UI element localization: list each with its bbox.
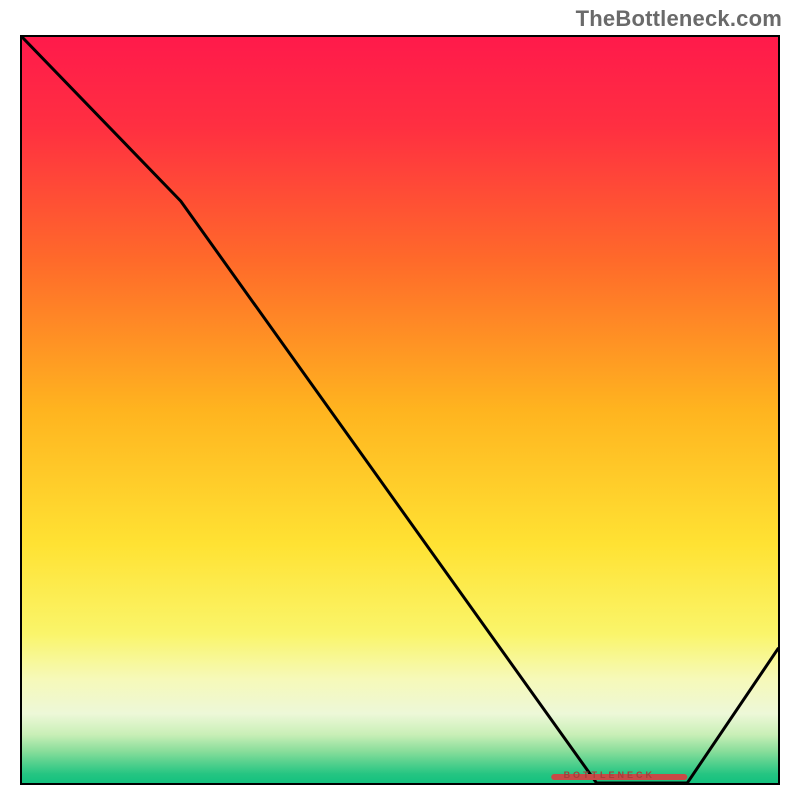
chart-area: BOTTLENECK	[20, 35, 780, 785]
chart-svg	[22, 37, 778, 783]
watermark-text: TheBottleneck.com	[576, 6, 782, 32]
stage: TheBottleneck.com BOTTLENECK	[0, 0, 800, 800]
background-rect	[22, 37, 778, 783]
bottleneck-label: BOTTLENECK	[564, 770, 656, 780]
